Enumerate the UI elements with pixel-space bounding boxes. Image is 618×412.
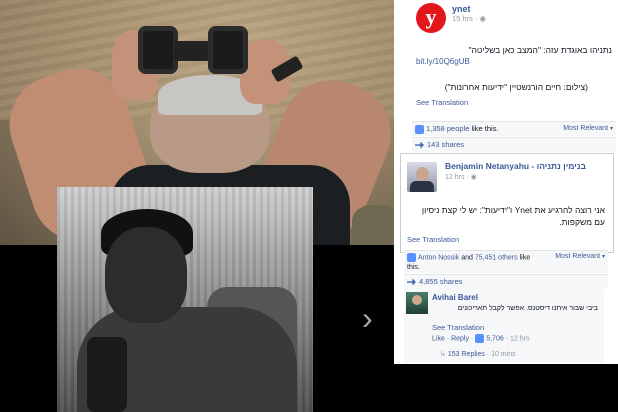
avatar[interactable] xyxy=(407,162,437,192)
soldier-binoculars xyxy=(87,337,127,412)
most-relevant-dropdown[interactable]: Most Relevant ▾ xyxy=(555,253,605,260)
reply-likes[interactable]: 5,706 xyxy=(486,335,504,342)
share-icon xyxy=(407,278,416,286)
thumbs-up-icon xyxy=(407,253,416,262)
see-translation-link[interactable]: See Translation xyxy=(416,98,468,107)
reply-button[interactable]: Reply xyxy=(451,335,469,342)
comment-likes-bar: Anton Nossik and 75,451 others like this… xyxy=(404,250,608,273)
avatar[interactable] xyxy=(406,292,428,314)
reply-arrow-icon: ↳ xyxy=(440,351,446,358)
post-time[interactable]: 15 hrs · ◉ xyxy=(452,14,486,23)
share-icon xyxy=(415,141,424,149)
reply-text: ביבי שבור איתנו דיסטנס. אפשר לקבל תאריכו… xyxy=(457,305,598,312)
reply-time[interactable]: 12 hrs xyxy=(510,335,529,342)
chevron-down-icon: ▾ xyxy=(609,126,613,132)
comment-time[interactable]: 12 hrs · ◉ xyxy=(445,173,477,181)
binoculars xyxy=(138,26,248,76)
shares-count[interactable]: 143 shares xyxy=(427,140,464,149)
comment-text: אני רוצה להרגיע את Ynet ו"ידיעות": יש לי… xyxy=(421,205,605,227)
view-replies-link[interactable]: ↳ 153 Replies · 10 mins xyxy=(440,350,516,358)
post-credit: (צילום: חיים הורנשטיין "ידיעות אחרונות") xyxy=(444,82,588,92)
comment-author[interactable]: Benjamin Netanyahu - בנימין נתניהו xyxy=(445,161,586,171)
liker-name[interactable]: Anton Nossik xyxy=(418,254,459,261)
thumbs-up-icon xyxy=(475,334,485,343)
chevron-down-icon: ▾ xyxy=(601,254,605,260)
reply-comment: Avihai Barel ביבי שבור איתנו דיסטנס. אפש… xyxy=(404,289,604,363)
likes-count[interactable]: 1,358 people xyxy=(426,124,469,133)
shares-count[interactable]: 4,855 shares xyxy=(419,277,462,286)
post-text: נתניהו באוגדת עזה: "המצב כאן בשליטה" xyxy=(468,45,612,55)
post-shares-bar: 143 shares xyxy=(412,137,616,152)
background-soldier xyxy=(352,205,400,245)
likes-others[interactable]: 75,451 others xyxy=(475,254,518,261)
ynet-logo[interactable]: y xyxy=(416,3,446,33)
most-relevant-dropdown[interactable]: Most Relevant ▾ xyxy=(563,125,613,132)
thumbs-up-icon xyxy=(415,124,424,134)
page-name[interactable]: ynet xyxy=(452,4,471,14)
post-likes-bar: 1,358 people like this. Most Relevant ▾ xyxy=(412,121,616,136)
chevron-right-icon[interactable]: › xyxy=(362,302,382,336)
comment-shares-bar: 4,855 shares xyxy=(404,274,608,289)
like-button[interactable]: Like xyxy=(432,335,445,342)
photo-young-soldier xyxy=(57,187,313,412)
netanyahu-post: Benjamin Netanyahu - בנימין נתניהו 12 hr… xyxy=(400,153,614,253)
see-translation-link[interactable]: See Translation xyxy=(432,323,484,332)
see-translation-link[interactable]: See Translation xyxy=(407,235,459,244)
soldier-face xyxy=(105,227,187,323)
post-link[interactable]: bit.ly/10Q6gUB xyxy=(416,57,470,66)
reply-actions: Like · Reply · 5,706 · 12 hrs xyxy=(432,334,530,343)
reply-author[interactable]: Avihai Barel xyxy=(432,293,478,302)
